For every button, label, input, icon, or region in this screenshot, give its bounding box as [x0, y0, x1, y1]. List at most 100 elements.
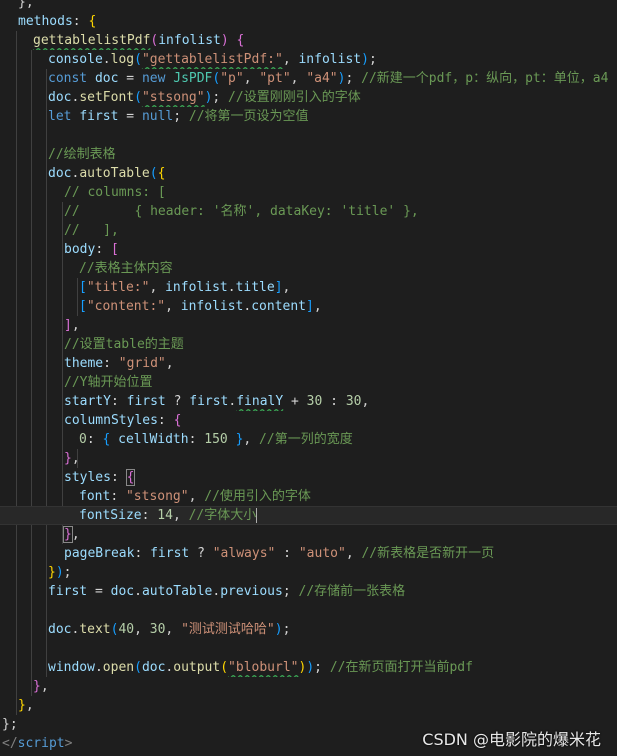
- code-token: script: [17, 736, 65, 751]
- code-token: methods: [18, 14, 73, 29]
- code-token: "p": [220, 71, 244, 86]
- code-token: let: [48, 109, 80, 124]
- code-token: 30: [345, 394, 362, 409]
- code-token: };: [2, 717, 18, 732]
- code-token: setFont: [79, 90, 135, 105]
- code-line[interactable]: doc.autoTable({: [0, 164, 617, 183]
- code-token: autoTable: [141, 584, 213, 599]
- code-line[interactable]: window.open(doc.output("bloburl")); //在新…: [0, 658, 617, 677]
- code-token: finalY: [236, 394, 284, 409]
- code-line[interactable]: methods: {: [0, 12, 617, 31]
- code-token: :: [275, 546, 299, 561]
- code-line[interactable]: // ],: [0, 221, 617, 240]
- code-line[interactable]: const doc = new JsPDF("p", "pt", "a4"); …: [0, 69, 617, 88]
- code-token: "always": [212, 546, 276, 561]
- code-token: gettablelistPdf: [33, 33, 151, 48]
- code-token: .: [134, 584, 142, 599]
- code-token: //字体大小: [188, 508, 257, 523]
- code-token: ,: [165, 622, 182, 637]
- code-token: // ],: [64, 223, 119, 238]
- code-line[interactable]: [0, 639, 617, 658]
- code-token: log: [110, 52, 135, 67]
- code-line[interactable]: ],: [0, 316, 617, 335]
- code-token: .: [227, 280, 236, 295]
- code-token: doc: [48, 166, 72, 181]
- code-line[interactable]: // columns: [: [0, 183, 617, 202]
- code-editor[interactable]: }, methods: {gettablelistPdf(infolist) {c…: [0, 0, 617, 756]
- code-line[interactable]: },: [0, 0, 617, 12]
- text-cursor: [256, 508, 258, 523]
- code-line[interactable]: //Y轴开始位置: [0, 373, 617, 392]
- code-token: ,: [243, 71, 260, 86]
- code-token: "stsong": [125, 489, 189, 504]
- code-token: open: [102, 660, 135, 675]
- code-line[interactable]: startY: first ? first.finalY + 30 : 30,: [0, 392, 617, 411]
- code-line[interactable]: },: [0, 449, 617, 468]
- code-token: [: [110, 242, 119, 257]
- code-line[interactable]: 0: { cellWidth: 150 }, //第一列的宽度: [0, 430, 617, 449]
- code-token: =: [118, 71, 142, 86]
- code-token: ,: [71, 527, 80, 542]
- code-line[interactable]: },: [0, 696, 617, 715]
- code-line[interactable]: styles: {: [0, 468, 617, 487]
- code-token: //在新页面打开当前pdf: [329, 660, 473, 675]
- code-token: </: [2, 736, 18, 751]
- code-line[interactable]: pageBreak: first ? "always" : "auto", //…: [0, 544, 617, 563]
- code-token: doc: [141, 660, 166, 675]
- code-line[interactable]: first = doc.autoTable.previous; //存储前一张表…: [0, 582, 617, 601]
- code-line[interactable]: //绘制表格: [0, 145, 617, 164]
- code-line[interactable]: doc.setFont("stsong"); //设置刚刚引入的字体: [0, 88, 617, 107]
- code-token: infolist: [165, 280, 228, 295]
- code-line[interactable]: // { header: '名称', dataKey: 'title' },: [0, 202, 617, 221]
- code-token: font: [79, 489, 111, 504]
- code-token: pageBreak: [64, 546, 135, 561]
- code-token: content: [251, 299, 307, 314]
- code-token: ;: [314, 660, 330, 675]
- code-token: ]: [274, 280, 283, 295]
- code-line[interactable]: //设置table的主题: [0, 335, 617, 354]
- code-token: first: [126, 394, 166, 409]
- code-line[interactable]: columnStyles: {: [0, 411, 617, 430]
- code-token: ): [220, 33, 229, 48]
- code-token: doc: [48, 622, 72, 637]
- code-token: (: [134, 660, 142, 675]
- code-line[interactable]: [0, 601, 617, 620]
- code-token: ;: [282, 622, 291, 637]
- code-line[interactable]: font: "stsong", //使用引入的字体: [0, 487, 617, 506]
- code-line[interactable]: theme: "grid",: [0, 354, 617, 373]
- code-line[interactable]: },: [0, 525, 617, 544]
- code-token: [: [79, 299, 87, 314]
- code-token: ): [55, 565, 64, 580]
- code-token: //将第一页设为空值: [188, 109, 309, 124]
- code-token: title: [235, 280, 275, 295]
- code-token: autoTable: [79, 166, 150, 181]
- code-token: 150: [204, 432, 228, 447]
- code-line[interactable]: //表格主体内容: [0, 259, 617, 278]
- code-token: ,: [282, 280, 291, 295]
- code-line[interactable]: gettablelistPdf(infolist) {: [0, 31, 617, 50]
- code-line[interactable]: });: [0, 563, 617, 582]
- code-line[interactable]: body: [: [0, 240, 617, 259]
- code-token: "grid": [118, 356, 166, 371]
- code-line[interactable]: let first = null; //将第一页设为空值: [0, 107, 617, 126]
- code-token: 30: [306, 394, 323, 409]
- code-token: columnStyles: [64, 413, 158, 428]
- code-token: :: [95, 242, 111, 257]
- code-token: "stsong": [141, 90, 205, 105]
- code-line[interactable]: ["title:", infolist.title],: [0, 278, 617, 297]
- code-token: "auto": [298, 546, 346, 561]
- code-line[interactable]: [0, 126, 617, 145]
- code-line[interactable]: ["content:", infolist.content],: [0, 297, 617, 316]
- code-line[interactable]: console.log("gettablelistPdf:", infolist…: [0, 50, 617, 69]
- code-token: ;: [368, 52, 377, 67]
- code-token: infolist: [158, 33, 221, 48]
- code-line[interactable]: fontSize: 14, //字体大小: [0, 506, 617, 525]
- code-line[interactable]: },: [0, 677, 617, 696]
- code-token: ,: [361, 394, 370, 409]
- code-token: infolist: [180, 299, 244, 314]
- code-token: "pt": [259, 71, 291, 86]
- code-token: ,: [25, 698, 34, 713]
- code-token: previous: [220, 584, 283, 599]
- code-line[interactable]: doc.text(40, 30, "测试测试哈哈");: [0, 620, 617, 639]
